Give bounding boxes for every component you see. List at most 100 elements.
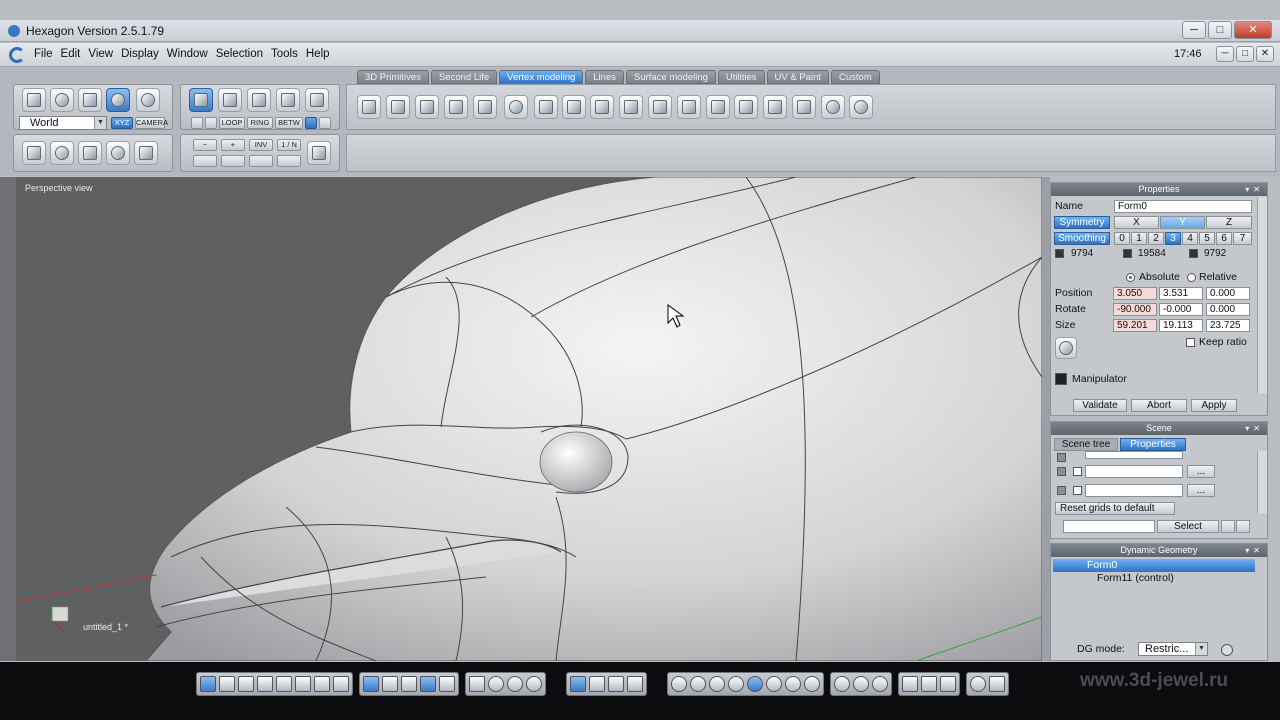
invert-selection-button[interactable]: INV — [249, 139, 273, 151]
select-arrow-button[interactable] — [22, 88, 46, 112]
loop-button[interactable]: LOOP — [219, 117, 245, 129]
smoothing-4-button[interactable]: 4 — [1182, 232, 1198, 245]
pen-small-button[interactable] — [191, 117, 203, 129]
smoothing-0-button[interactable]: 0 — [1114, 232, 1130, 245]
tab-scene-tree[interactable]: Scene tree — [1054, 438, 1118, 451]
list-icon[interactable] — [420, 676, 436, 692]
sel-mode-4-button[interactable] — [277, 155, 301, 167]
path-small-button[interactable] — [205, 117, 217, 129]
layout-columns-icon[interactable] — [333, 676, 349, 692]
menu-view[interactable]: View — [84, 48, 117, 60]
dg-mode-select[interactable]: Restric... ▼ — [1138, 642, 1208, 656]
wireframe-sphere-icon[interactable] — [671, 676, 687, 692]
layout-split-v-icon[interactable] — [257, 676, 273, 692]
name-field[interactable]: Form0 — [1114, 200, 1252, 213]
select-up-button[interactable] — [1236, 520, 1250, 533]
position-y-field[interactable]: 3.531 — [1159, 287, 1203, 300]
textured-icon[interactable] — [766, 676, 782, 692]
shadows-icon[interactable] — [872, 676, 888, 692]
cut-button[interactable] — [590, 95, 614, 119]
layout-three-b-icon[interactable] — [295, 676, 311, 692]
dg-item-form0[interactable]: Form0 — [1053, 559, 1255, 572]
smoothing-button[interactable]: Smoothing — [1054, 232, 1110, 245]
keep-ratio-checkbox[interactable] — [1186, 338, 1195, 347]
relative-radio[interactable] — [1187, 273, 1196, 282]
shell-button[interactable] — [677, 95, 701, 119]
rotate-z-field[interactable]: 0.000 — [1206, 303, 1250, 316]
menu-display[interactable]: Display — [117, 48, 163, 60]
tab-uv-paint[interactable]: UV & Paint — [766, 70, 830, 84]
symmetry-z-button[interactable]: Z — [1206, 216, 1252, 229]
perspective-viewport[interactable]: Perspective view untitled_1 * — [16, 177, 1042, 661]
chamfer-button[interactable] — [473, 95, 497, 119]
maximize-button[interactable]: □ — [1208, 21, 1232, 39]
add-point-button[interactable] — [849, 95, 873, 119]
lasso-button[interactable] — [50, 88, 74, 112]
grid-browse-button-1[interactable]: ... — [1187, 465, 1215, 478]
brush-button[interactable] — [307, 141, 331, 165]
reset-grids-button[interactable]: Reset grids to default — [1055, 502, 1175, 515]
dg-panel-controls[interactable]: ▾✕ — [1245, 544, 1264, 557]
camera-icon[interactable] — [989, 676, 1005, 692]
symmetry-tool-button[interactable] — [763, 95, 787, 119]
doc-maximize-button[interactable]: □ — [1236, 46, 1254, 62]
white-sphere-icon[interactable] — [804, 676, 820, 692]
render-preview-icon[interactable] — [785, 676, 801, 692]
select-button[interactable]: Select — [1157, 520, 1219, 533]
table-icon[interactable] — [439, 676, 455, 692]
grow-small-button[interactable] — [305, 117, 317, 129]
select-more-button[interactable]: + — [221, 139, 245, 151]
close-button[interactable]: ✕ — [1234, 21, 1272, 39]
camera-button[interactable]: CAMERA — [135, 117, 168, 129]
flat-shade-icon[interactable] — [709, 676, 725, 692]
position-z-field[interactable]: 0.000 — [1206, 287, 1250, 300]
zoom-icon[interactable] — [507, 676, 523, 692]
select-point-button[interactable] — [276, 88, 300, 112]
absolute-radio[interactable] — [1126, 273, 1135, 282]
wire-button[interactable] — [78, 141, 102, 165]
extrude-button[interactable] — [357, 95, 381, 119]
symmetry-y-button[interactable]: Y — [1160, 216, 1205, 229]
one-of-n-button[interactable]: 1 / N — [277, 139, 301, 151]
menu-window[interactable]: Window — [163, 48, 212, 60]
menu-file[interactable]: File — [30, 48, 57, 60]
smoothing-1-button[interactable]: 1 — [1131, 232, 1147, 245]
grid-field-2[interactable] — [1085, 484, 1183, 497]
tab-lines[interactable]: Lines — [585, 70, 624, 84]
light-bulb-icon[interactable] — [970, 676, 986, 692]
smooth-shade-icon[interactable] — [747, 676, 763, 692]
abort-button[interactable]: Abort — [1131, 399, 1187, 412]
smoothing-5-button[interactable]: 5 — [1199, 232, 1215, 245]
sel-mode-1-button[interactable] — [193, 155, 217, 167]
tessellate-button[interactable] — [648, 95, 672, 119]
zoom-fit-icon[interactable] — [469, 676, 485, 692]
minimize-button[interactable]: ─ — [1182, 21, 1206, 39]
grid-checkbox-2[interactable] — [1073, 486, 1082, 495]
smoothing-2-button[interactable]: 2 — [1148, 232, 1164, 245]
tab-scene-properties[interactable]: Properties — [1120, 438, 1186, 451]
pan-icon[interactable] — [488, 676, 504, 692]
validate-button[interactable]: Validate — [1073, 399, 1127, 412]
menu-edit[interactable]: Edit — [57, 48, 85, 60]
size-x-field[interactable]: 59.201 — [1113, 319, 1157, 332]
panel-controls[interactable]: ▾✕ — [1245, 183, 1264, 196]
rotate-icon[interactable] — [608, 676, 624, 692]
select-face-button[interactable] — [218, 88, 242, 112]
cube-view-icon[interactable] — [902, 676, 918, 692]
grid-checkbox-1[interactable] — [1073, 467, 1082, 476]
size-y-field[interactable]: 19.113 — [1159, 319, 1203, 332]
apply-button[interactable]: Apply — [1191, 399, 1237, 412]
weld-button[interactable] — [562, 95, 586, 119]
sphere-wire-button[interactable] — [106, 141, 130, 165]
cube-wire-button[interactable] — [134, 141, 158, 165]
menu-help[interactable]: Help — [302, 48, 334, 60]
scene-filter-input[interactable] — [1063, 520, 1155, 533]
shrink-small-button[interactable] — [319, 117, 331, 129]
smooth-button[interactable] — [50, 141, 74, 165]
rotate-x-field[interactable]: -90.000 — [1113, 303, 1157, 316]
flip-button[interactable] — [821, 95, 845, 119]
doc-minimize-button[interactable]: ─ — [1216, 46, 1234, 62]
mirror-button[interactable] — [792, 95, 816, 119]
grid-field-1[interactable] — [1085, 465, 1183, 478]
edge-tools-button[interactable] — [734, 95, 758, 119]
